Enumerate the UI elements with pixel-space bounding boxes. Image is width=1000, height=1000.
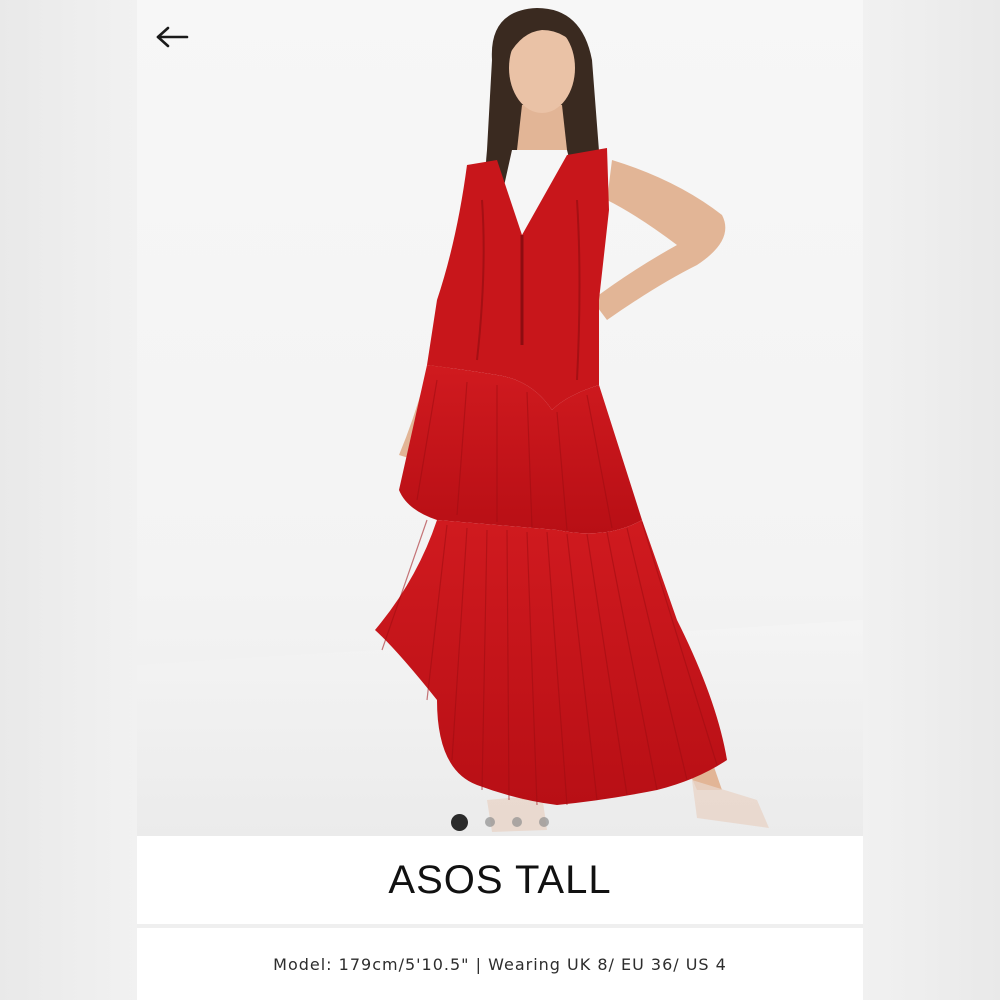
pagination-dot-1[interactable] bbox=[451, 813, 468, 831]
model-illustration bbox=[137, 8, 863, 836]
pagination-dot-4[interactable] bbox=[539, 817, 549, 827]
brand-name[interactable]: ASOS TALL bbox=[388, 858, 611, 903]
left-background bbox=[0, 0, 137, 1000]
gallery-pagination bbox=[137, 812, 863, 832]
pagination-dot-2[interactable] bbox=[485, 817, 495, 827]
model-info-bar: Model: 179cm/5'10.5" | Wearing UK 8/ EU … bbox=[137, 928, 863, 1000]
product-image[interactable] bbox=[137, 0, 863, 836]
arrow-left-icon bbox=[156, 26, 189, 48]
right-background bbox=[863, 0, 1000, 1000]
pagination-dot-3[interactable] bbox=[512, 817, 522, 827]
back-button[interactable] bbox=[155, 26, 195, 60]
model-info-text: Model: 179cm/5'10.5" | Wearing UK 8/ EU … bbox=[273, 954, 727, 974]
product-panel: ASOS TALL Model: 179cm/5'10.5" | Wearing… bbox=[137, 0, 863, 1000]
brand-bar: ASOS TALL bbox=[137, 836, 863, 924]
